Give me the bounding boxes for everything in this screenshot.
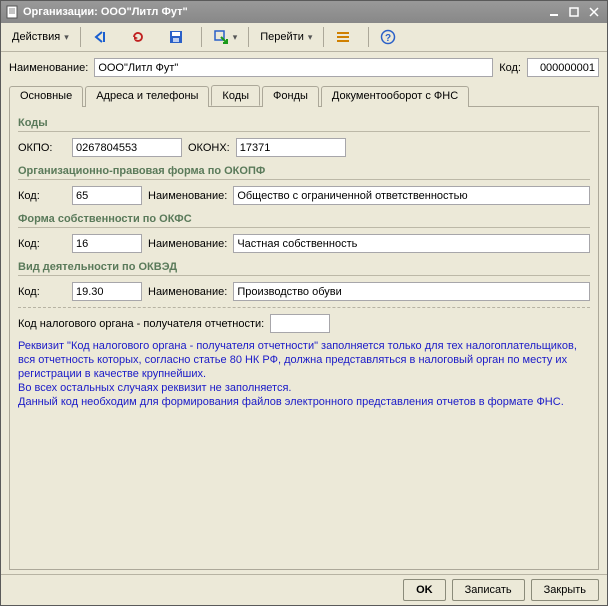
goto-label: Перейти xyxy=(260,31,304,43)
hint-text-3: Данный код необходим для формирования фа… xyxy=(18,395,590,409)
actions-label: Действия xyxy=(12,31,60,43)
group-okopf: Организационно-правовая форма по ОКОПФ xyxy=(18,163,590,180)
related-dropdown[interactable]: ▾ xyxy=(206,25,245,49)
okopf-code-label: Код: xyxy=(18,190,66,202)
maximize-button[interactable] xyxy=(565,4,583,20)
toolbar: Действия ▾ ▾ Перейти ▾ ? xyxy=(1,23,607,52)
window-title: Организации: ООО"Литл Фут" xyxy=(23,6,188,18)
content-area: Наименование: Код: Основные Адреса и тел… xyxy=(1,52,607,574)
minimize-button[interactable] xyxy=(545,4,563,20)
list-button[interactable] xyxy=(328,25,364,49)
okopf-name-label: Наименование: xyxy=(148,190,227,202)
tax-code-label: Код налогового органа - получателя отчет… xyxy=(18,318,264,330)
svg-text:?: ? xyxy=(385,33,391,44)
group-codes: Коды xyxy=(18,115,590,132)
okpo-input[interactable] xyxy=(72,138,182,157)
tab-fns[interactable]: Документооборот с ФНС xyxy=(321,86,469,107)
okfs-name-label: Наименование: xyxy=(148,238,227,250)
hint-text-2: Во всех остальных случаях реквизит не за… xyxy=(18,381,590,395)
toolbar-separator xyxy=(201,27,202,47)
organization-window: Организации: ООО"Литл Фут" Действия ▾ ▾ xyxy=(0,0,608,606)
toolbar-separator xyxy=(248,27,249,47)
goto-menu[interactable]: Перейти ▾ xyxy=(253,25,319,49)
code-input[interactable] xyxy=(527,58,599,77)
tab-main[interactable]: Основные xyxy=(9,86,83,107)
ok-button[interactable]: OK xyxy=(403,579,446,601)
tabstrip: Основные Адреса и телефоны Коды Фонды До… xyxy=(9,85,599,107)
tax-code-input[interactable] xyxy=(270,314,330,333)
okfs-name-input[interactable] xyxy=(233,234,590,253)
name-label: Наименование: xyxy=(9,62,88,74)
code-label: Код: xyxy=(499,62,521,74)
refresh-button[interactable] xyxy=(123,25,159,49)
name-input[interactable] xyxy=(94,58,493,77)
toolbar-separator xyxy=(368,27,369,47)
titlebar[interactable]: Организации: ООО"Литл Фут" xyxy=(1,1,607,23)
chevron-down-icon: ▾ xyxy=(64,32,69,43)
chevron-down-icon: ▾ xyxy=(233,32,238,43)
divider xyxy=(18,307,590,308)
okopf-name-input[interactable] xyxy=(233,186,590,205)
toolbar-separator xyxy=(323,27,324,47)
tab-addresses[interactable]: Адреса и телефоны xyxy=(85,86,209,107)
okopf-code-input[interactable] xyxy=(72,186,142,205)
help-button[interactable]: ? xyxy=(373,25,409,49)
save-go-back-button[interactable] xyxy=(85,25,121,49)
chevron-down-icon: ▾ xyxy=(308,32,313,43)
footer: OK Записать Закрыть xyxy=(1,574,607,605)
okonh-input[interactable] xyxy=(236,138,346,157)
okfs-code-label: Код: xyxy=(18,238,66,250)
okfs-code-input[interactable] xyxy=(72,234,142,253)
okpo-label: ОКПО: xyxy=(18,142,66,154)
hint-text-1: Реквизит "Код налогового органа - получа… xyxy=(18,339,590,381)
save-button[interactable] xyxy=(161,25,197,49)
okved-code-input[interactable] xyxy=(72,282,142,301)
okved-name-input[interactable] xyxy=(233,282,590,301)
okved-code-label: Код: xyxy=(18,286,66,298)
toolbar-separator xyxy=(80,27,81,47)
okonh-label: ОКОНХ: xyxy=(188,142,230,154)
app-icon xyxy=(5,5,19,19)
tab-funds[interactable]: Фонды xyxy=(262,86,319,107)
actions-menu[interactable]: Действия ▾ xyxy=(5,25,76,49)
tab-codes[interactable]: Коды xyxy=(211,85,260,106)
close-form-button[interactable]: Закрыть xyxy=(531,579,599,601)
close-button[interactable] xyxy=(585,4,603,20)
write-button[interactable]: Записать xyxy=(452,579,525,601)
group-okved: Вид деятельности по ОКВЭД xyxy=(18,259,590,276)
okved-name-label: Наименование: xyxy=(148,286,227,298)
tab-codes-pane: Коды ОКПО: ОКОНХ: Организационно-правова… xyxy=(9,107,599,570)
group-okfs: Форма собственности по ОКФС xyxy=(18,211,590,228)
